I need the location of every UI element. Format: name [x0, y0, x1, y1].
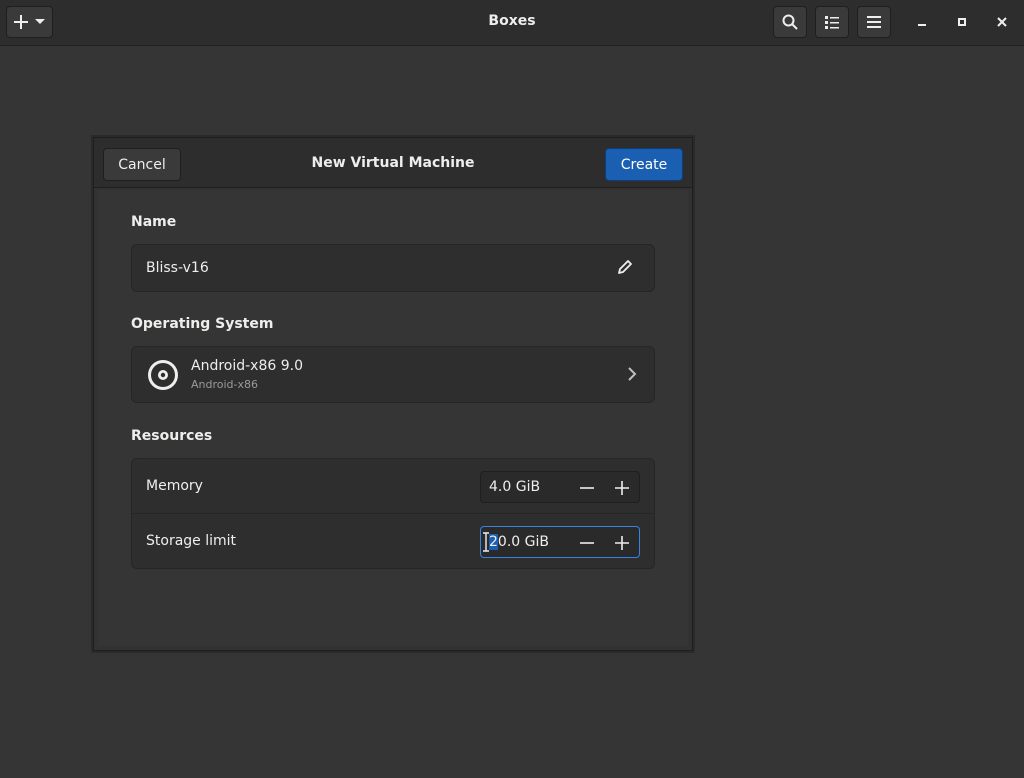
os-section-label: Operating System [131, 316, 274, 332]
storage-decrease-button[interactable] [575, 531, 599, 555]
storage-label: Storage limit [146, 533, 237, 549]
list-view-button[interactable] [815, 6, 849, 38]
os-subtitle: Android-x86 [191, 378, 259, 391]
memory-label: Memory [146, 478, 203, 494]
os-name: Android-x86 9.0 [191, 358, 303, 374]
edit-pencil-icon[interactable] [616, 258, 634, 276]
name-section-label: Name [131, 214, 177, 230]
memory-spinbutton[interactable]: 4.0 GiB [480, 471, 640, 503]
search-icon [782, 14, 798, 30]
minimize-icon [918, 24, 926, 26]
storage-increase-button[interactable] [610, 531, 634, 555]
dialog-header: Cancel New Virtual Machine Create [94, 138, 692, 188]
plus-icon [615, 536, 629, 550]
memory-increase-button[interactable] [610, 476, 634, 500]
minus-icon [580, 487, 594, 489]
storage-row: Storage limit 20.0 GiB [132, 514, 654, 569]
minimize-button[interactable] [912, 12, 932, 32]
create-button[interactable]: Create [605, 148, 683, 181]
storage-value-rest: 0.0 GiB [497, 534, 549, 550]
main-menu-button[interactable] [857, 6, 891, 38]
memory-row: Memory 4.0 GiB [132, 459, 654, 514]
memory-decrease-button[interactable] [575, 476, 599, 500]
minus-icon [580, 542, 594, 544]
disc-icon [148, 360, 178, 390]
name-value: Bliss-v16 [146, 260, 209, 276]
close-button[interactable] [992, 12, 1012, 32]
dialog-title: New Virtual Machine [311, 155, 475, 171]
storage-value[interactable]: 20.0 GiB [489, 534, 549, 550]
memory-value[interactable]: 4.0 GiB [489, 479, 540, 495]
storage-spinbutton[interactable]: 20.0 GiB [480, 526, 640, 558]
dialog-body: Name Bliss-v16 Operating System Android-… [98, 190, 688, 646]
resources-list: Memory 4.0 GiB Storage limit 20.0 GiB [131, 458, 655, 569]
maximize-button[interactable] [952, 12, 972, 32]
maximize-icon [958, 18, 966, 26]
os-selector-row[interactable]: Android-x86 9.0 Android-x86 [131, 346, 655, 403]
list-view-icon [825, 16, 839, 29]
chevron-right-icon [628, 367, 637, 381]
new-vm-dialog: Cancel New Virtual Machine Create Name B… [93, 137, 693, 651]
name-field[interactable]: Bliss-v16 [131, 244, 655, 292]
text-cursor-icon [483, 532, 489, 552]
menu-icon [867, 16, 881, 28]
resources-section-label: Resources [131, 428, 213, 444]
search-button[interactable] [773, 6, 807, 38]
close-icon [997, 17, 1007, 27]
headerbar: Boxes [0, 0, 1024, 46]
plus-icon [615, 481, 629, 495]
